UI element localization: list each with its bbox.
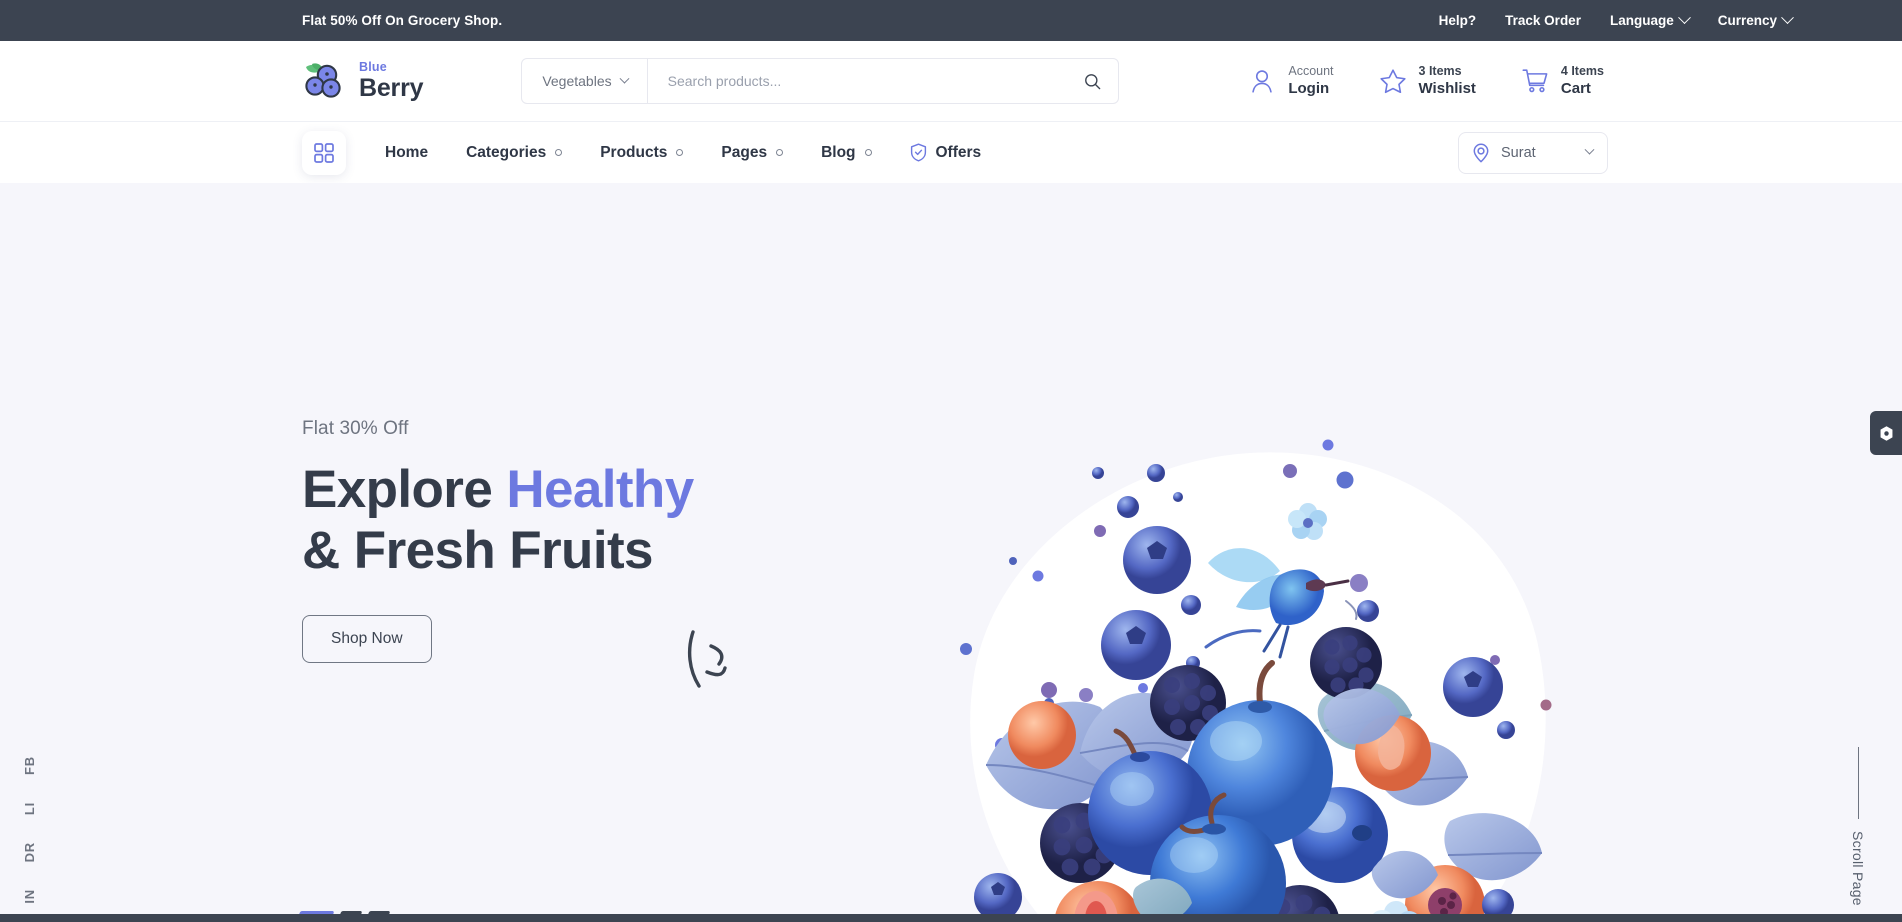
social-link-in[interactable]: IN xyxy=(22,889,37,904)
search-icon xyxy=(1084,73,1101,89)
hero-text-block: Flat 30% Off Explore Healthy & Fresh Fru… xyxy=(302,418,862,663)
hero-title-part2: & Fresh Fruits xyxy=(302,521,653,581)
action-title: Login xyxy=(1288,80,1330,98)
blueberry-logo-icon xyxy=(305,63,341,98)
site-logo[interactable]: Blue Berry xyxy=(302,60,424,102)
chevron-down-icon xyxy=(619,73,630,84)
nav-links: Home Categories Products Pages Blog Offe… xyxy=(385,143,981,162)
topbar-link-label: Language xyxy=(1609,13,1674,28)
chevron-down-icon xyxy=(864,149,872,156)
location-pin-icon xyxy=(1473,143,1489,162)
cart-labels: 4 Items Cart xyxy=(1561,63,1604,98)
top-announcement-bar: Flat 50% Off On Grocery Shop. Help? Trac… xyxy=(0,0,1902,41)
header-actions: Account Login 3 Items Wishlist 4 Items C… xyxy=(1247,63,1840,98)
announcement-text: Flat 50% Off On Grocery Shop. xyxy=(302,13,503,28)
social-link-li[interactable]: LI xyxy=(22,802,37,815)
topbar-link-label: Track Order xyxy=(1505,13,1581,28)
search-category-select[interactable]: Vegetables xyxy=(522,59,648,103)
wishlist-action[interactable]: 3 Items Wishlist xyxy=(1378,63,1476,98)
page-bottom-strip xyxy=(0,914,1902,922)
scroll-page-label: Scroll Page xyxy=(1850,831,1866,906)
chevron-down-icon xyxy=(1677,11,1691,25)
scroll-page-rail[interactable]: Scroll Page xyxy=(1842,747,1874,906)
chevron-down-icon xyxy=(1584,144,1595,155)
action-subtitle: 4 Items xyxy=(1560,64,1604,79)
nav-item-blog[interactable]: Blog xyxy=(821,143,872,162)
topbar-link-track-order[interactable]: Track Order xyxy=(1505,13,1581,28)
topbar-link-label: Help? xyxy=(1438,13,1477,28)
social-links-rail: IN DR LI FB xyxy=(22,756,37,904)
city-select[interactable]: Surat xyxy=(1458,131,1608,174)
city-select-label: Surat xyxy=(1501,144,1536,161)
shield-check-icon xyxy=(910,143,926,162)
all-categories-grid-button[interactable] xyxy=(302,130,346,175)
nav-item-label: Categories xyxy=(466,143,547,161)
theme-settings-tab-button[interactable] xyxy=(1870,411,1902,455)
settings-gear-icon xyxy=(1880,425,1892,441)
nav-item-label: Pages xyxy=(721,143,768,161)
topbar-links: Help? Track Order Language Currency xyxy=(1439,11,1862,28)
cart-action[interactable]: 4 Items Cart xyxy=(1520,63,1604,98)
wishlist-labels: 3 Items Wishlist xyxy=(1419,63,1476,98)
main-navigation-bar: Home Categories Products Pages Blog Offe… xyxy=(0,121,1902,183)
action-title: Wishlist xyxy=(1418,80,1476,98)
logo-text-top: Blue xyxy=(359,60,387,75)
account-labels: Account Login xyxy=(1288,63,1333,98)
topbar-link-help[interactable]: Help? xyxy=(1439,13,1477,28)
nav-item-pages[interactable]: Pages xyxy=(721,143,784,162)
hero-section: Flat 30% Off Explore Healthy & Fresh Fru… xyxy=(0,183,1902,922)
hero-illustration xyxy=(960,439,1552,922)
logo-text-bottom: Berry xyxy=(359,73,424,102)
topbar-link-currency[interactable]: Currency xyxy=(1717,11,1794,28)
user-icon xyxy=(1252,70,1273,93)
hero-title-part1: Explore xyxy=(302,460,507,519)
cart-icon xyxy=(1522,69,1548,93)
nav-item-categories[interactable]: Categories xyxy=(466,143,563,162)
account-login-action[interactable]: Account Login xyxy=(1247,63,1334,98)
topbar-link-language[interactable]: Language xyxy=(1609,11,1691,28)
hero-eyebrow: Flat 30% Off xyxy=(302,418,409,439)
site-header: Blue Berry Vegetables Account Login xyxy=(0,41,1902,121)
social-link-dr[interactable]: DR xyxy=(22,842,37,862)
chevron-down-icon xyxy=(676,149,684,156)
nav-item-label: Offers xyxy=(935,143,982,161)
nav-item-label: Blog xyxy=(821,143,856,161)
search-submit-button[interactable] xyxy=(1066,59,1118,103)
shop-now-button[interactable]: Shop Now xyxy=(302,614,432,663)
topbar-link-label: Currency xyxy=(1717,13,1777,28)
nav-item-label: Products xyxy=(600,143,668,161)
hero-title-accent: Healthy xyxy=(506,460,694,519)
star-icon xyxy=(1379,69,1406,94)
search-input[interactable] xyxy=(647,73,1067,89)
nav-item-home[interactable]: Home xyxy=(385,144,428,162)
chevron-down-icon xyxy=(776,149,784,156)
nav-item-products[interactable]: Products xyxy=(600,143,684,162)
logo-text: Blue Berry xyxy=(359,60,424,102)
action-title: Cart xyxy=(1560,80,1591,98)
nav-item-offers[interactable]: Offers xyxy=(910,143,982,162)
grid-menu-icon xyxy=(314,142,334,163)
hero-title: Explore Healthy & Fresh Fruits xyxy=(302,459,862,582)
action-subtitle: 3 Items xyxy=(1418,64,1462,79)
social-link-fb[interactable]: FB xyxy=(22,756,37,775)
chevron-down-icon xyxy=(555,149,563,156)
chevron-down-icon xyxy=(1781,11,1794,25)
action-subtitle: Account xyxy=(1288,64,1334,79)
nav-item-label: Home xyxy=(385,143,429,161)
search-category-label: Vegetables xyxy=(542,73,612,89)
scroll-rail-line xyxy=(1857,747,1859,820)
search-bar: Vegetables xyxy=(521,58,1120,104)
